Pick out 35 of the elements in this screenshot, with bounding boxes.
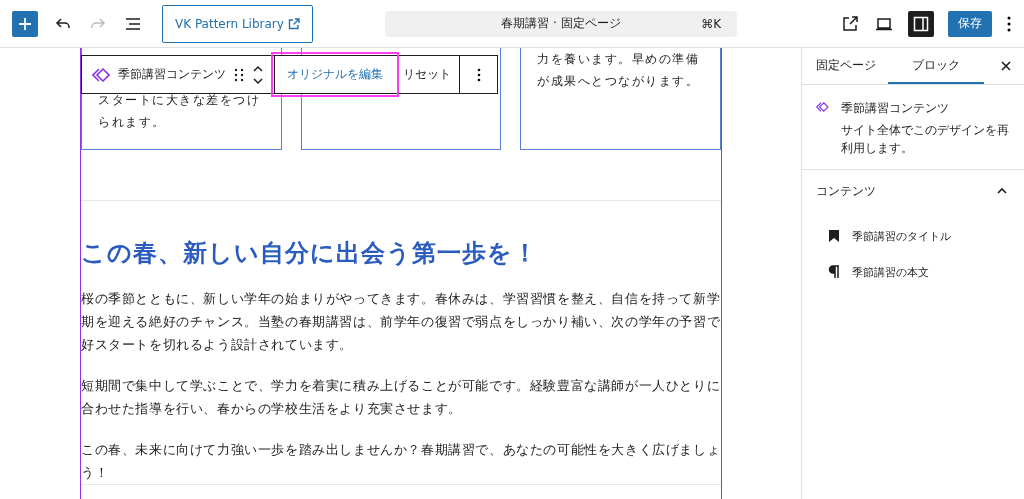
sidebar-tab[interactable]: 固定ページ xyxy=(814,48,889,84)
body-paragraph: 桜の季節とともに、新しい学年の始まりがやってきます。春休みは、学習習慣を整え、自信を持って新学期を迎える絶好のチャンス。当塾の春期講習は、前学年の復習で弱点をしっかり補い、次の学年の予習で好スタートを切れるよう設計されています。 xyxy=(81,290,721,354)
sidebar-tab[interactable]: ブロック xyxy=(888,48,985,84)
command-palette-bar[interactable]: 春期講習 · 固定ページ ⌘K xyxy=(385,10,737,37)
close-icon[interactable] xyxy=(1000,60,1012,72)
more-options-icon xyxy=(476,66,481,83)
keyboard-shortcut: ⌘K xyxy=(701,16,721,31)
chevron-icon xyxy=(996,187,1008,195)
body-paragraph: この春、未来に向けて力強い一歩を踏み出しませんか？春期講習で、あなたの可能性を大きく広げましょう！ xyxy=(81,441,721,482)
bookmark-icon xyxy=(828,229,841,243)
block-name: 季節講習コンテンツ xyxy=(118,66,226,83)
move-arrows-icon[interactable] xyxy=(252,63,264,86)
save-button[interactable]: 保存 xyxy=(948,10,992,37)
section-heading: この春、新しい自分に出会う第一歩を！ xyxy=(81,238,539,269)
body-paragraph: 短期間で集中して学ぶことで、学力を着実に積み上げることが可能です。経験豊富な講師が一人ひとりに合わせた指導を行い、春からの学校生活をより充実させます。 xyxy=(81,377,721,418)
card-text: スタートに大きな差をつけ られます。 xyxy=(98,92,260,131)
block-title: 季節講習コンテンツ xyxy=(840,100,950,117)
synced-pattern-icon xyxy=(816,100,829,114)
external-link-icon[interactable] xyxy=(840,13,860,34)
sidebar-icon xyxy=(912,14,930,33)
card-text: 力を養います。早めの準備 が成果へとつながります。 xyxy=(537,51,700,90)
add-block-button[interactable] xyxy=(12,10,38,37)
pilcrow-icon xyxy=(828,265,841,279)
document-title: 春期講習 · 固定ページ xyxy=(501,15,621,32)
content-item[interactable]: 季節講習の本文 xyxy=(802,254,1024,290)
pattern-library-button[interactable]: VK Pattern Library xyxy=(162,4,313,43)
plus-icon xyxy=(18,16,32,31)
toolbar-action-button[interactable]: リセット xyxy=(395,56,459,93)
external-link-icon xyxy=(287,17,300,30)
drag-handle-icon[interactable] xyxy=(234,67,244,82)
panel-header[interactable]: コンテンツ xyxy=(802,170,1024,212)
content-item[interactable]: 季節講習のタイトル xyxy=(802,218,1024,254)
settings-toggle[interactable] xyxy=(908,10,934,37)
synced-pattern-icon[interactable] xyxy=(92,67,110,82)
block-description: サイト全体でこのデザインを再利用します。 xyxy=(840,122,1010,157)
